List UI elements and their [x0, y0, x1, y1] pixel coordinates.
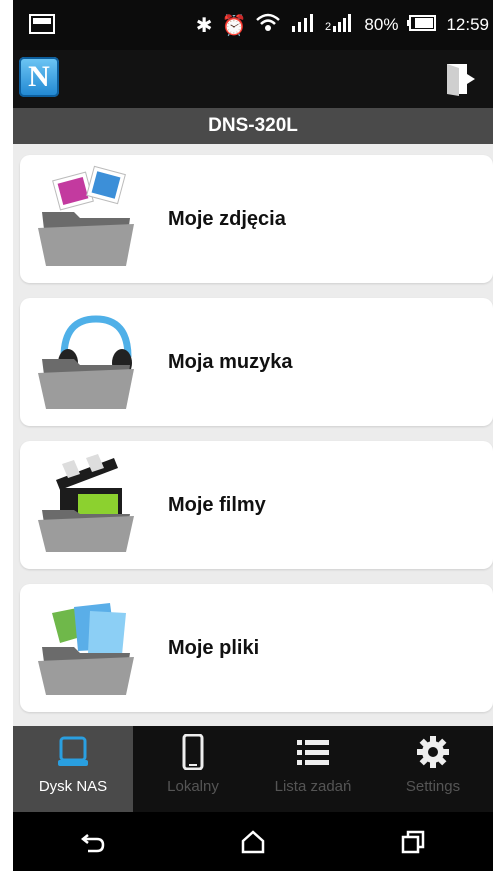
bluetooth-icon: ✱ — [195, 14, 213, 37]
menu-item-label: Moje filmy — [168, 493, 266, 516]
tab-nas[interactable]: Dysk NAS — [13, 726, 133, 812]
tab-bar: Dysk NAS Lokalny Lista zadań Settings — [13, 726, 493, 812]
screenshot-notification-icon — [29, 14, 55, 39]
tab-label: Dysk NAS — [38, 778, 108, 795]
system-nav-bar — [13, 812, 493, 871]
page-title: DNS-320L — [13, 108, 493, 144]
photos-folder-icon — [38, 165, 134, 266]
nas-icon — [58, 736, 88, 766]
recents-icon — [401, 830, 425, 853]
tab-label: Lista zadań — [274, 778, 352, 795]
movies-folder-icon — [38, 454, 134, 552]
battery-icon — [407, 14, 437, 37]
menu-item-music[interactable]: Moja muzyka — [20, 298, 493, 426]
menu-item-label: Moje pliki — [168, 636, 260, 659]
svg-text:2: 2 — [325, 21, 331, 32]
wifi-icon — [255, 12, 281, 39]
home-icon — [241, 829, 265, 853]
tab-local[interactable]: Lokalny — [133, 726, 253, 812]
gear-icon — [417, 736, 449, 768]
menu-item-photos[interactable]: Moje zdjęcia — [20, 155, 493, 283]
tab-label: Settings — [405, 778, 461, 795]
list-icon — [297, 740, 329, 765]
home-button[interactable] — [223, 822, 283, 862]
app-logo: N — [19, 57, 59, 97]
signal2-icon: 2 — [325, 13, 355, 37]
alarm-icon: ⏰ — [221, 14, 247, 37]
menu-item-label: Moja muzyka — [168, 350, 293, 373]
menu-item-label: Moje zdjęcia — [168, 207, 286, 230]
back-icon — [80, 833, 105, 852]
tab-task-list[interactable]: Lista zadań — [253, 726, 373, 812]
recents-button[interactable] — [383, 822, 443, 862]
signal-icon — [290, 13, 316, 37]
logout-icon[interactable] — [445, 62, 479, 96]
status-bar: ✱ ⏰ 2 80% 12:59 — [13, 0, 493, 50]
app-bar: N — [13, 50, 493, 108]
menu-item-files[interactable]: Moje pliki — [20, 584, 493, 712]
battery-percent: 80% — [364, 15, 399, 34]
tab-label: Lokalny — [167, 778, 219, 795]
menu-item-movies[interactable]: Moje filmy — [20, 441, 493, 569]
clock: 12:59 — [446, 15, 489, 34]
app-screen: ✱ ⏰ 2 80% 12:59 N DNS-320L Moje zdjęcia … — [13, 0, 493, 871]
tab-settings[interactable]: Settings — [373, 726, 493, 812]
menu-list: Moje zdjęcia Moja muzyka Moje filmy Moje… — [13, 144, 493, 726]
back-button[interactable] — [63, 822, 123, 862]
files-folder-icon — [38, 603, 134, 695]
music-folder-icon — [38, 315, 134, 409]
phone-icon — [182, 734, 204, 770]
